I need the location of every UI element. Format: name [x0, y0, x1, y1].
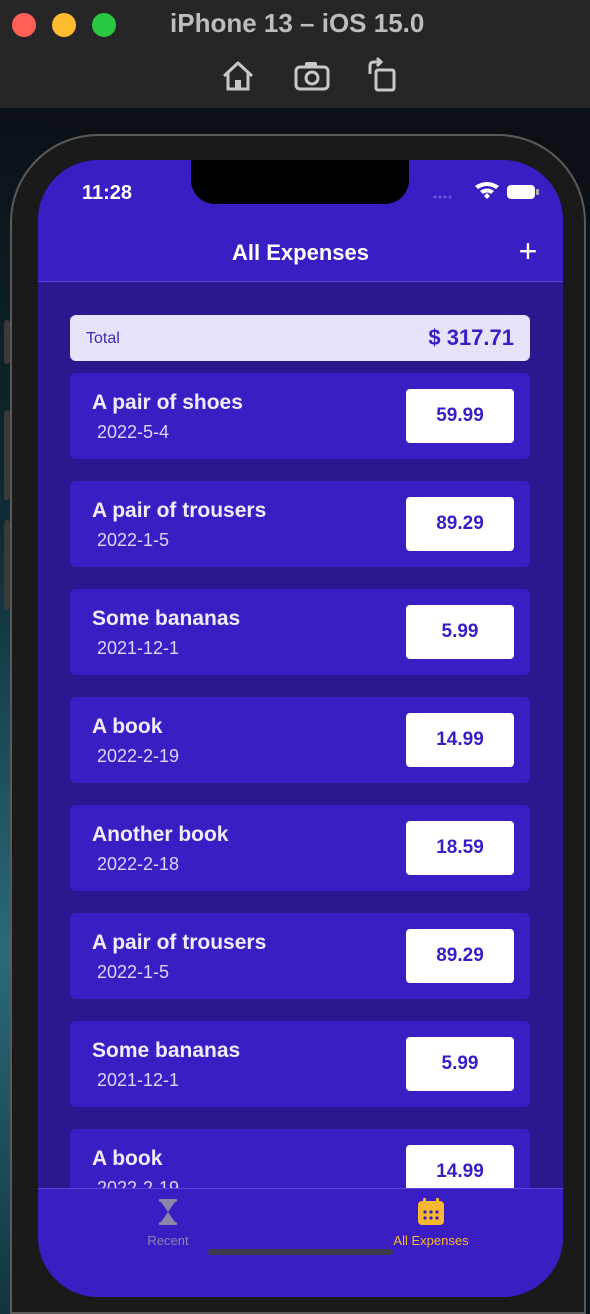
phone-screen: 11:28 All Expenses + Total $ 317.71 A pa… — [38, 160, 563, 1297]
expense-date: 2022-1-5 — [97, 530, 170, 550]
tab-label: All Expenses — [393, 1233, 469, 1248]
page-title: All Expenses — [232, 240, 369, 265]
expense-amount: 59.99 — [406, 389, 514, 443]
expense-date: 2022-2-19 — [97, 1178, 180, 1188]
camera-notch — [191, 160, 409, 204]
navigation-bar: 11:28 All Expenses + — [38, 160, 563, 282]
expense-date: 2022-2-18 — [97, 854, 180, 874]
volume-up-button — [4, 410, 10, 500]
status-time: 11:28 — [82, 182, 133, 204]
total-value: $ 317.71 — [428, 325, 514, 350]
expense-amount: 5.99 — [406, 605, 514, 659]
tab-recent[interactable]: Recent — [68, 1197, 268, 1267]
zoom-window-button[interactable] — [92, 13, 116, 37]
expense-amount: 14.99 — [406, 1145, 514, 1188]
status-icons — [431, 182, 541, 202]
home-icon[interactable] — [218, 56, 258, 96]
expense-item[interactable]: Some bananas 2021-12-1 5.99 — [70, 589, 530, 675]
expense-date: 2022-1-5 — [97, 962, 170, 982]
expense-title: Some bananas — [92, 607, 241, 630]
expense-item[interactable]: A book 2022-2-19 14.99 — [70, 1129, 530, 1188]
expense-item[interactable]: A pair of trousers 2022-1-5 89.29 — [70, 913, 530, 999]
expense-title: A pair of shoes — [92, 391, 243, 414]
expense-amount: 14.99 — [406, 713, 514, 767]
simulator-title: iPhone 13 – iOS 15.0 — [170, 8, 425, 38]
expense-item[interactable]: Another book 2022-2-18 18.59 — [70, 805, 530, 891]
expense-title: A pair of trousers — [92, 499, 267, 522]
wifi-icon — [475, 182, 499, 199]
simulator-toolbar: iPhone 13 – iOS 15.0 — [0, 0, 590, 109]
expense-item[interactable]: A book 2022-2-19 14.99 — [70, 697, 530, 783]
rotate-icon[interactable] — [362, 56, 402, 96]
expense-title: Another book — [92, 823, 229, 846]
volume-down-button — [4, 520, 10, 610]
battery-icon — [507, 185, 539, 199]
expense-date: 2022-5-4 — [97, 422, 170, 442]
tab-bar: Recent All Expenses — [38, 1188, 563, 1297]
total-label: Total — [86, 330, 120, 347]
tab-all-expenses[interactable]: All Expenses — [331, 1197, 531, 1267]
minimize-window-button[interactable] — [52, 13, 76, 37]
hourglass-icon — [159, 1199, 177, 1225]
expense-item[interactable]: Some bananas 2021-12-1 5.99 — [70, 1021, 530, 1107]
add-expense-button[interactable]: + — [513, 235, 543, 267]
expense-list[interactable]: Total $ 317.71 A pair of shoes 2022-5-4 … — [38, 282, 563, 1188]
expense-title: Some bananas — [92, 1039, 241, 1062]
expense-date: 2021-12-1 — [97, 638, 180, 658]
expense-amount: 18.59 — [406, 821, 514, 875]
expense-title: A book — [92, 715, 163, 738]
expense-amount: 5.99 — [406, 1037, 514, 1091]
total-card: Total $ 317.71 — [70, 315, 530, 361]
expense-item[interactable]: A pair of trousers 2022-1-5 89.29 — [70, 481, 530, 567]
mute-switch — [4, 320, 10, 364]
cellular-icon — [433, 195, 452, 199]
calendar-icon — [418, 1198, 444, 1225]
expense-title: A pair of trousers — [92, 931, 267, 954]
expense-date: 2022-2-19 — [97, 746, 180, 766]
expense-amount: 89.29 — [406, 929, 514, 983]
expense-date: 2021-12-1 — [97, 1070, 180, 1090]
home-indicator[interactable] — [208, 1249, 393, 1255]
expense-item[interactable]: A pair of shoes 2022-5-4 59.99 — [70, 373, 530, 459]
expense-amount: 89.29 — [406, 497, 514, 551]
expense-title: A book — [92, 1147, 163, 1170]
close-window-button[interactable] — [12, 13, 36, 37]
tab-label: Recent — [147, 1233, 189, 1248]
screenshot-icon[interactable] — [292, 56, 332, 96]
